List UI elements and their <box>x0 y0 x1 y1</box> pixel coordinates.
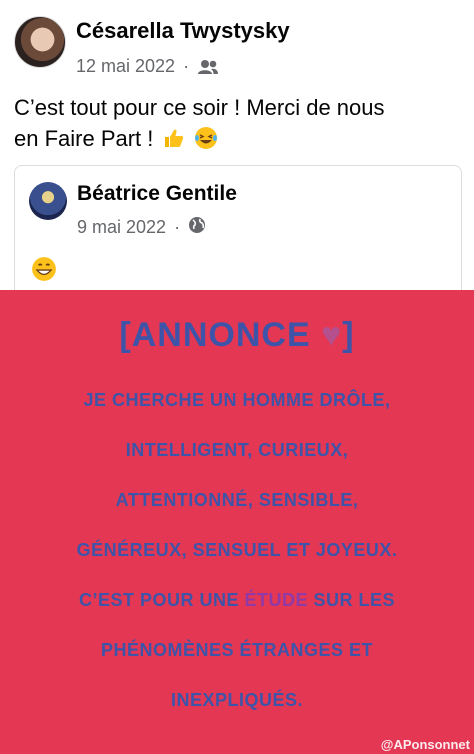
annonce-line-6: PHÉNOMÈNES ÉTRANGES ET <box>100 640 374 660</box>
annonce-title-text: [ANNONCE <box>119 316 322 354</box>
post-header: Césarella Twystysky 12 mai 2022 · <box>14 14 460 84</box>
shared-author-name[interactable]: Béatrice Gentile <box>77 182 237 206</box>
annonce-line-2: INTELLIGENT, CURIEUX, <box>125 440 349 460</box>
annonce-line-1: JE CHERCHE UN HOMME DRÔLE, <box>83 390 391 410</box>
annonce-line-7: INEXPLIQUÉS. <box>170 690 304 710</box>
author-name[interactable]: Césarella Twystysky <box>76 18 290 44</box>
post-date[interactable]: 12 mai 2022 <box>76 56 175 77</box>
shared-meta: 9 mai 2022 · <box>77 216 206 239</box>
laughing-tears-icon <box>194 126 218 150</box>
post-text: C’est tout pour ce soir ! Merci de nous … <box>14 92 460 154</box>
annonce-line-5-end: SUR LES <box>308 590 396 610</box>
post-text-line2: en Faire Part ! <box>14 126 154 151</box>
grinning-icon <box>31 256 57 287</box>
annonce-title-close: ] <box>342 316 355 354</box>
annonce-line-5-start: C’EST POUR UNE <box>78 590 245 610</box>
post-text-line1: C’est tout pour ce soir ! Merci de nous <box>14 95 385 120</box>
shared-author-avatar[interactable] <box>29 182 67 220</box>
friends-icon[interactable] <box>197 59 219 75</box>
annonce-image: [ANNONCE ♥] JE CHERCHE UN HOMME DRÔLE, I… <box>0 290 474 754</box>
annonce-line-5: C’EST POUR UNE ÉTUDE SUR LES <box>0 590 474 611</box>
thumbs-up-icon <box>162 126 186 150</box>
shared-meta-separator: · <box>174 217 181 237</box>
annonce-title: [ANNONCE ♥] <box>0 316 474 355</box>
shared-date[interactable]: 9 mai 2022 <box>77 217 166 238</box>
annonce-line-4: GÉNÉREUX, SENSUEL ET JOYEUX. <box>76 540 398 560</box>
author-avatar[interactable] <box>14 16 66 68</box>
credit-watermark: @APonsonnet <box>380 737 470 752</box>
annonce-line-5-highlight: ÉTUDE <box>244 590 309 610</box>
post-meta: 12 mai 2022 · <box>76 56 219 77</box>
heart-icon: ♥ <box>321 316 343 354</box>
meta-separator: · <box>183 56 190 76</box>
shared-post-card[interactable]: Béatrice Gentile 9 mai 2022 · <box>14 165 462 306</box>
annonce-line-3: ATTENTIONNÉ, SENSIBLE, <box>115 490 359 510</box>
globe-icon[interactable] <box>188 216 206 239</box>
